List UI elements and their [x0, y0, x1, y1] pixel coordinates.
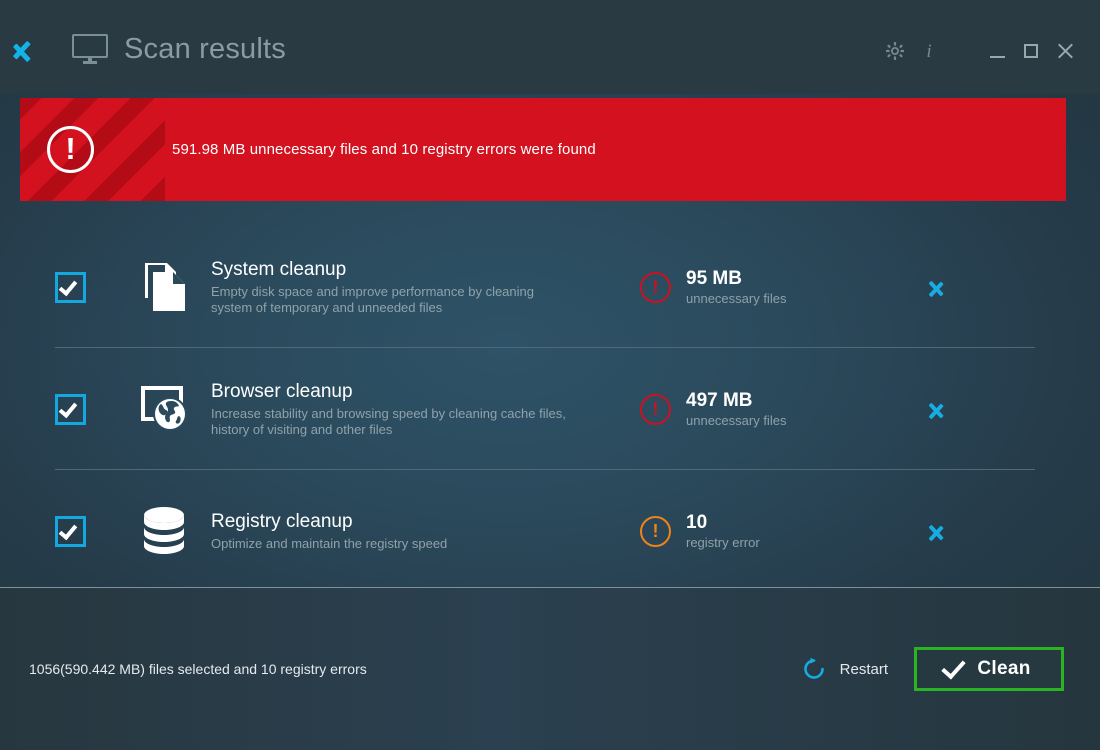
status-text-group: 10 registry error: [686, 512, 760, 551]
check-icon: [58, 520, 78, 540]
monitor-stand-shape: [83, 61, 97, 64]
status-value: 497 MB: [686, 389, 753, 411]
status-text-group: 95 MB unnecessary files: [686, 268, 786, 307]
exclamation-glyph: !: [652, 520, 659, 541]
database-icon: [137, 502, 195, 560]
exclamation-glyph: !: [652, 398, 659, 419]
chevron-right-icon[interactable]: [926, 270, 950, 304]
row-description: Increase stability and browsing speed by…: [211, 405, 566, 437]
minimize-glyph: [989, 55, 1005, 58]
row-title: System cleanup: [211, 258, 347, 280]
info-glyph: i: [926, 40, 932, 62]
status-label: unnecessary files: [686, 412, 787, 428]
scan-result-list: System cleanup Empty disk space and impr…: [0, 226, 1100, 592]
footer-bar: 1056(590.442 MB) files selected and 10 r…: [0, 588, 1100, 750]
footer-status-text: 1056(590.442 MB) files selected and 10 r…: [29, 661, 367, 677]
titlebar: Scan results i: [0, 0, 1100, 94]
clean-button[interactable]: Clean: [914, 647, 1064, 691]
status-value: 95 MB: [686, 267, 742, 289]
gear-icon[interactable]: [878, 38, 912, 64]
scan-row-registry-cleanup[interactable]: Registry cleanup Optimize and maintain t…: [0, 470, 1100, 592]
checkbox-registry-cleanup[interactable]: [55, 515, 86, 547]
alert-exclamation-icon: !: [640, 515, 671, 547]
close-icon[interactable]: [1048, 38, 1082, 64]
clean-label: Clean: [977, 658, 1031, 679]
check-icon: [58, 276, 78, 296]
window-controls: i: [878, 38, 1082, 64]
alert-exclamation-icon: !: [47, 126, 94, 173]
row-text-registry-cleanup: Registry cleanup Optimize and maintain t…: [211, 511, 611, 552]
restart-button[interactable]: Restart: [801, 656, 888, 682]
refresh-icon: [801, 656, 827, 682]
status-label: unnecessary files: [686, 290, 787, 306]
chevron-right-icon[interactable]: [926, 392, 950, 426]
check-icon: [58, 398, 78, 418]
alert-exclamation-icon: !: [640, 393, 671, 425]
checkbox-system-cleanup[interactable]: [55, 271, 86, 303]
row-title: Browser cleanup: [211, 380, 353, 402]
monitor-screen-shape: [72, 34, 108, 58]
scan-results-window: Scan results i ! 591.98 MB unnecessary f…: [0, 0, 1100, 750]
scan-row-system-cleanup[interactable]: System cleanup Empty disk space and impr…: [0, 226, 1100, 348]
documents-icon: [137, 258, 195, 316]
monitor-icon: [72, 34, 108, 64]
restart-label: Restart: [839, 660, 888, 678]
alert-banner-message: 591.98 MB unnecessary files and 10 regis…: [172, 141, 596, 158]
row-title: Registry cleanup: [211, 510, 353, 532]
check-icon: [941, 654, 967, 680]
checkbox-browser-cleanup[interactable]: [55, 393, 86, 425]
row-status-system-cleanup: ! 95 MB unnecessary files: [640, 268, 870, 307]
status-text-group: 497 MB unnecessary files: [686, 390, 786, 429]
close-glyph: [1057, 43, 1073, 59]
row-status-registry-cleanup: ! 10 registry error: [640, 512, 870, 551]
row-description: Optimize and maintain the registry speed: [211, 535, 448, 551]
back-chevron-left-icon[interactable]: [22, 27, 50, 71]
maximize-icon[interactable]: [1014, 38, 1048, 64]
exclamation-glyph: !: [652, 276, 659, 297]
scan-row-browser-cleanup[interactable]: Browser cleanup Increase stability and b…: [0, 348, 1100, 470]
titlebar-left-group: Scan results: [22, 27, 286, 71]
exclamation-glyph: !: [65, 131, 76, 166]
maximize-glyph: [1024, 44, 1038, 58]
browser-globe-icon: [137, 380, 195, 438]
info-icon[interactable]: i: [912, 38, 946, 64]
row-text-browser-cleanup: Browser cleanup Increase stability and b…: [211, 381, 611, 438]
status-value: 10: [686, 511, 708, 533]
minimize-icon[interactable]: [980, 38, 1014, 64]
chevron-right-icon[interactable]: [926, 514, 950, 548]
alert-banner: ! 591.98 MB unnecessary files and 10 reg…: [20, 98, 1066, 201]
status-label: registry error: [686, 534, 760, 550]
row-text-system-cleanup: System cleanup Empty disk space and impr…: [211, 259, 611, 316]
row-description: Empty disk space and improve performance…: [211, 283, 534, 315]
page-title: Scan results: [124, 33, 286, 65]
alert-exclamation-icon: !: [640, 271, 671, 303]
footer-actions: Restart Clean: [801, 647, 1064, 691]
row-status-browser-cleanup: ! 497 MB unnecessary files: [640, 390, 870, 429]
